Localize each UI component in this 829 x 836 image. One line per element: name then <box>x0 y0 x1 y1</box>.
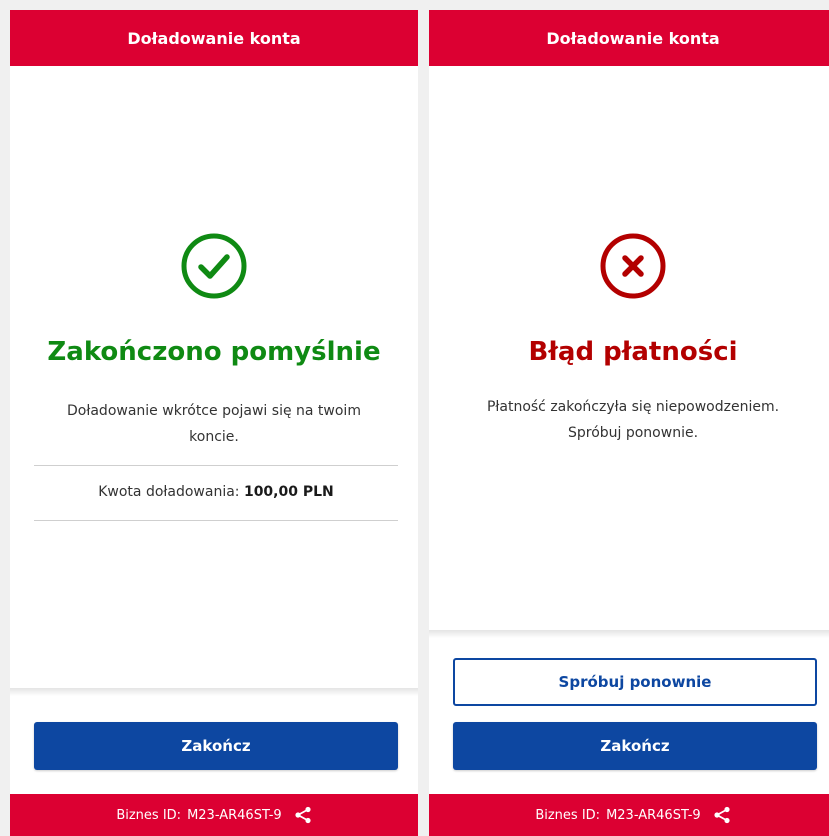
status-title: Błąd płatności <box>528 337 738 367</box>
amount-label: Kwota doładowania: <box>98 484 244 500</box>
header-title: Doładowanie konta <box>127 28 301 48</box>
header-bar: Doładowanie konta <box>429 10 829 66</box>
business-id-bar: Biznes ID: M23-AR46ST-9 <box>429 794 829 836</box>
check-circle-icon <box>180 232 248 300</box>
share-icon[interactable] <box>713 806 731 824</box>
amount-row: Kwota doładowania: 100,00 PLN <box>34 482 398 502</box>
screenshot-canvas: Doładowanie konta Zakończono pomyślnie D… <box>0 0 829 836</box>
status-message: Doładowanie wkrótce pojawi się na twoim … <box>67 403 361 445</box>
business-id-value: M23-AR46ST-9 <box>606 807 701 823</box>
business-id-bar: Biznes ID: M23-AR46ST-9 <box>10 794 418 836</box>
x-circle-icon <box>599 232 667 300</box>
bottom-panel-shadow <box>429 630 829 638</box>
divider <box>34 465 398 466</box>
status-title: Zakończono pomyślnie <box>47 337 381 367</box>
divider <box>34 520 398 521</box>
header-title: Doładowanie konta <box>546 28 720 48</box>
success-screen: Doładowanie konta Zakończono pomyślnie D… <box>10 10 418 836</box>
amount-value: 100,00 PLN <box>243 484 334 500</box>
business-id-label: Biznes ID: <box>535 807 601 823</box>
business-id-value: M23-AR46ST-9 <box>187 807 282 823</box>
retry-button[interactable]: Spróbuj ponownie <box>453 658 817 706</box>
business-id-label: Biznes ID: <box>116 807 182 823</box>
finish-button[interactable]: Zakończ <box>453 722 817 770</box>
bottom-panel-shadow <box>10 688 418 696</box>
header-bar: Doładowanie konta <box>10 10 418 66</box>
share-icon[interactable] <box>294 806 312 824</box>
error-screen: Doładowanie konta Błąd płatności Płatnoś… <box>429 10 829 836</box>
finish-button[interactable]: Zakończ <box>34 722 398 770</box>
status-message: Płatność zakończyła się niepowodzeniem. … <box>486 399 780 441</box>
